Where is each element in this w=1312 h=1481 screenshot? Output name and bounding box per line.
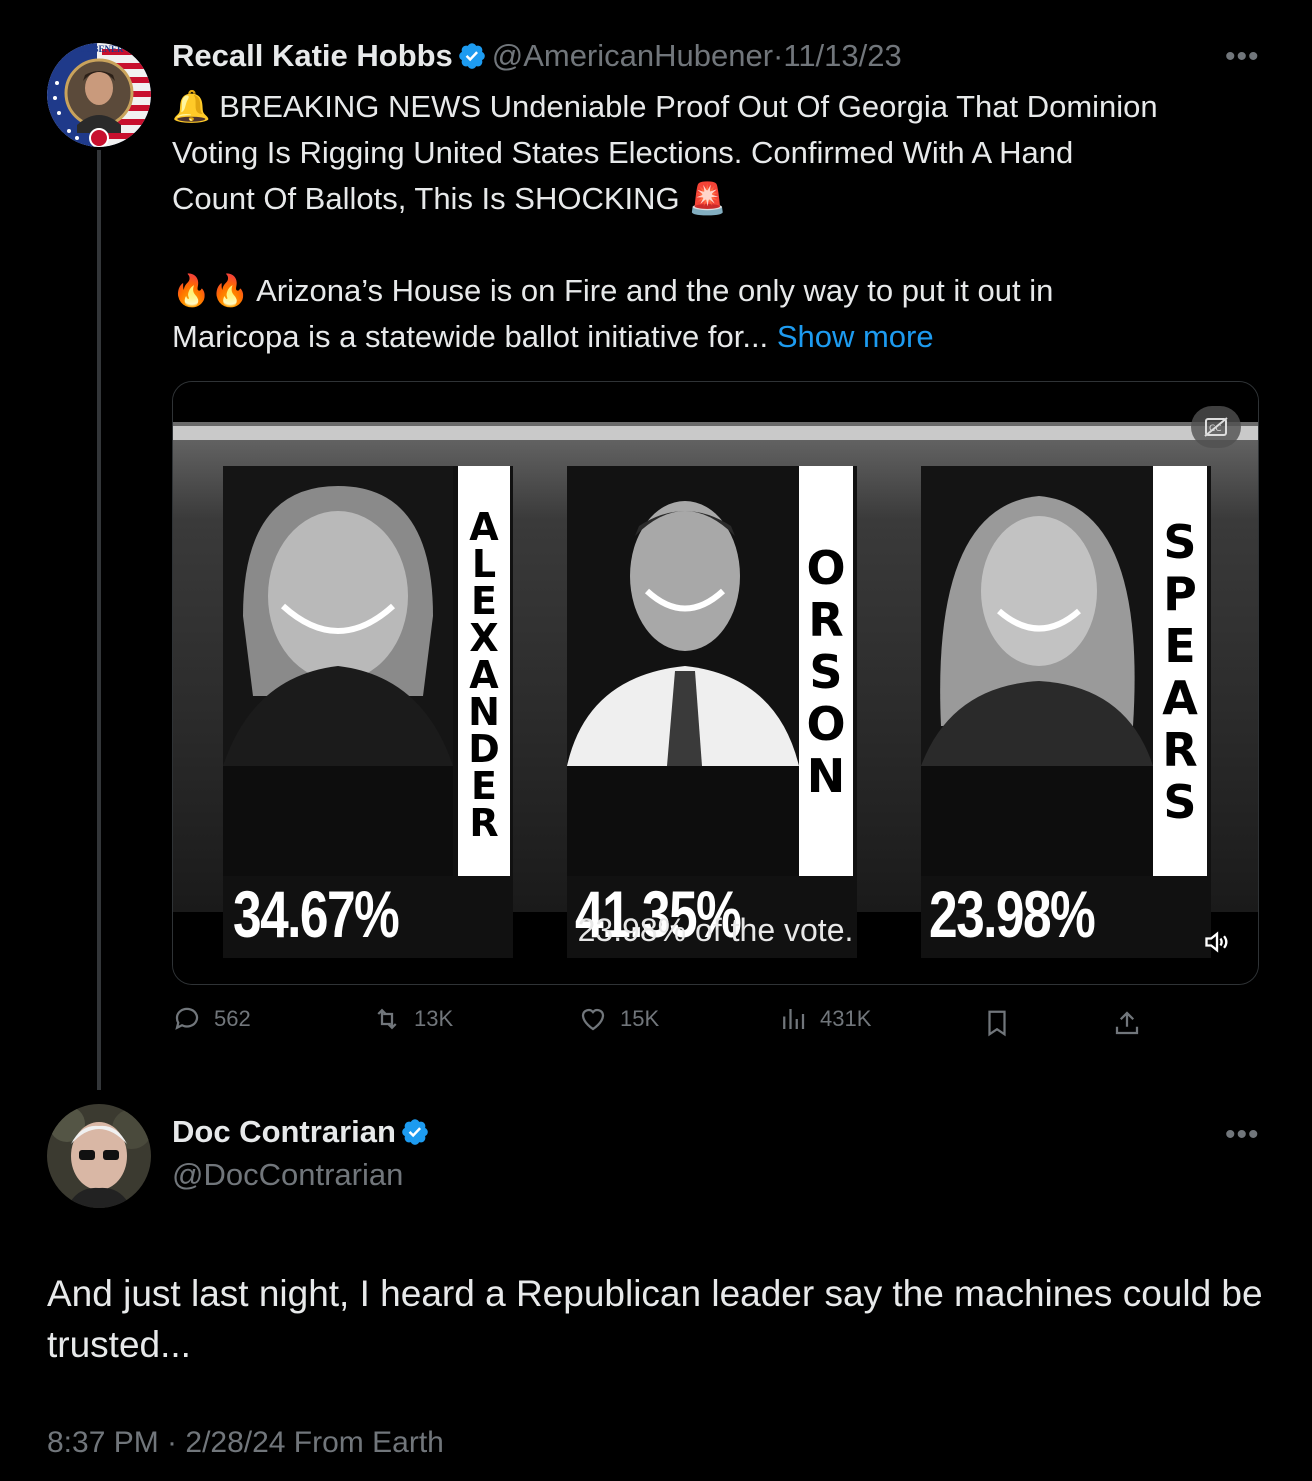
video-ceiling-light bbox=[173, 426, 1258, 440]
more-icon[interactable]: ••• bbox=[1225, 1118, 1260, 1152]
reply-text: And just last night, I heard a Republica… bbox=[47, 1273, 1263, 1365]
svg-text:CC: CC bbox=[1209, 424, 1222, 434]
views-count: 431K bbox=[820, 1006, 872, 1031]
author-name[interactable]: Recall Katie Hobbs bbox=[172, 38, 453, 73]
candidate-panel-orson: 41.35% ORSON bbox=[567, 466, 857, 958]
candidate-name: ORSON bbox=[799, 466, 853, 876]
show-more-link[interactable]: Show more bbox=[777, 319, 934, 354]
share-icon[interactable] bbox=[1112, 1008, 1142, 1038]
campaign-button-avatar-icon bbox=[47, 43, 151, 147]
reply-count: 562 bbox=[214, 1006, 251, 1031]
candidate-name: ALEXANDER bbox=[458, 466, 510, 876]
tweet-text-line: 🔔 BREAKING NEWS Undeniable Proof Out Of … bbox=[172, 89, 1158, 124]
candidate-name: SPEARS bbox=[1153, 466, 1207, 876]
separator-dot: · bbox=[773, 38, 784, 73]
reply-author-avatar[interactable] bbox=[47, 1104, 151, 1208]
author-handle[interactable]: @AmericanHubener bbox=[492, 38, 773, 73]
verified-badge-icon bbox=[402, 1119, 429, 1145]
candidate-panel-spears: 23.98% SPEARS bbox=[921, 466, 1211, 958]
views-icon bbox=[783, 1009, 805, 1029]
reply-icon bbox=[175, 1007, 199, 1030]
like-count: 15K bbox=[620, 1006, 660, 1031]
tweet-date[interactable]: 11/13/23 bbox=[783, 38, 901, 73]
reply-author-name[interactable]: Doc Contrarian bbox=[172, 1114, 396, 1149]
avatar-badge-text: HUBENER bbox=[79, 44, 124, 54]
author-avatar[interactable]: HUBENER bbox=[47, 43, 151, 147]
views-button[interactable]: 431K bbox=[778, 1004, 871, 1034]
percent-box bbox=[921, 766, 1153, 876]
repost-icon bbox=[377, 1008, 397, 1030]
candidate-panel-alexander: 34.67% ALEXANDER bbox=[223, 466, 513, 958]
repost-count: 13K bbox=[414, 1006, 454, 1031]
tweet-text-line: Voting Is Rigging United States Election… bbox=[172, 135, 1074, 170]
percent-box bbox=[567, 766, 799, 876]
tweet-header: Recall Katie Hobbs @AmericanHubener·11/1… bbox=[172, 38, 902, 74]
percent-box bbox=[223, 766, 453, 876]
tweet-body: 🔔 BREAKING NEWS Undeniable Proof Out Of … bbox=[172, 84, 1158, 360]
volume-icon[interactable] bbox=[1203, 928, 1231, 956]
verified-badge-icon bbox=[459, 43, 486, 69]
tweet-text-line: 🔥🔥 Arizona’s House is on Fire and the on… bbox=[172, 273, 1054, 308]
candidate-photo-icon bbox=[921, 466, 1153, 766]
tweet-text-line: Count Of Ballots, This Is SHOCKING 🚨 bbox=[172, 181, 727, 216]
reply-author-handle[interactable]: @DocContrarian bbox=[172, 1157, 403, 1193]
reply-timestamp[interactable]: 8:37 PM · 2/28/24 From Earth bbox=[47, 1426, 444, 1460]
repost-button[interactable]: 13K bbox=[372, 1004, 453, 1034]
tweet-text-line: Maricopa is a statewide ballot initiativ… bbox=[172, 319, 769, 354]
video-player[interactable]: 34.67% ALEXANDER 41.35% ORSON 23.98% SPE… bbox=[172, 381, 1259, 985]
profile-photo-icon bbox=[47, 1104, 151, 1208]
like-icon bbox=[581, 1008, 605, 1031]
like-button[interactable]: 15K bbox=[578, 1004, 659, 1034]
thread-connector-line bbox=[97, 150, 101, 1090]
video-caption: 23.98% of the vote. bbox=[577, 912, 854, 948]
bookmark-icon[interactable] bbox=[982, 1008, 1012, 1038]
candidate-photo-icon bbox=[223, 466, 453, 766]
candidate-photo-icon bbox=[567, 466, 799, 766]
reply-button[interactable]: 562 bbox=[172, 1004, 251, 1034]
reply-header: Doc Contrarian bbox=[172, 1114, 430, 1150]
video-top-bar bbox=[173, 382, 1258, 422]
more-icon[interactable]: ••• bbox=[1225, 40, 1260, 74]
cc-icon[interactable]: CC bbox=[1191, 406, 1241, 448]
